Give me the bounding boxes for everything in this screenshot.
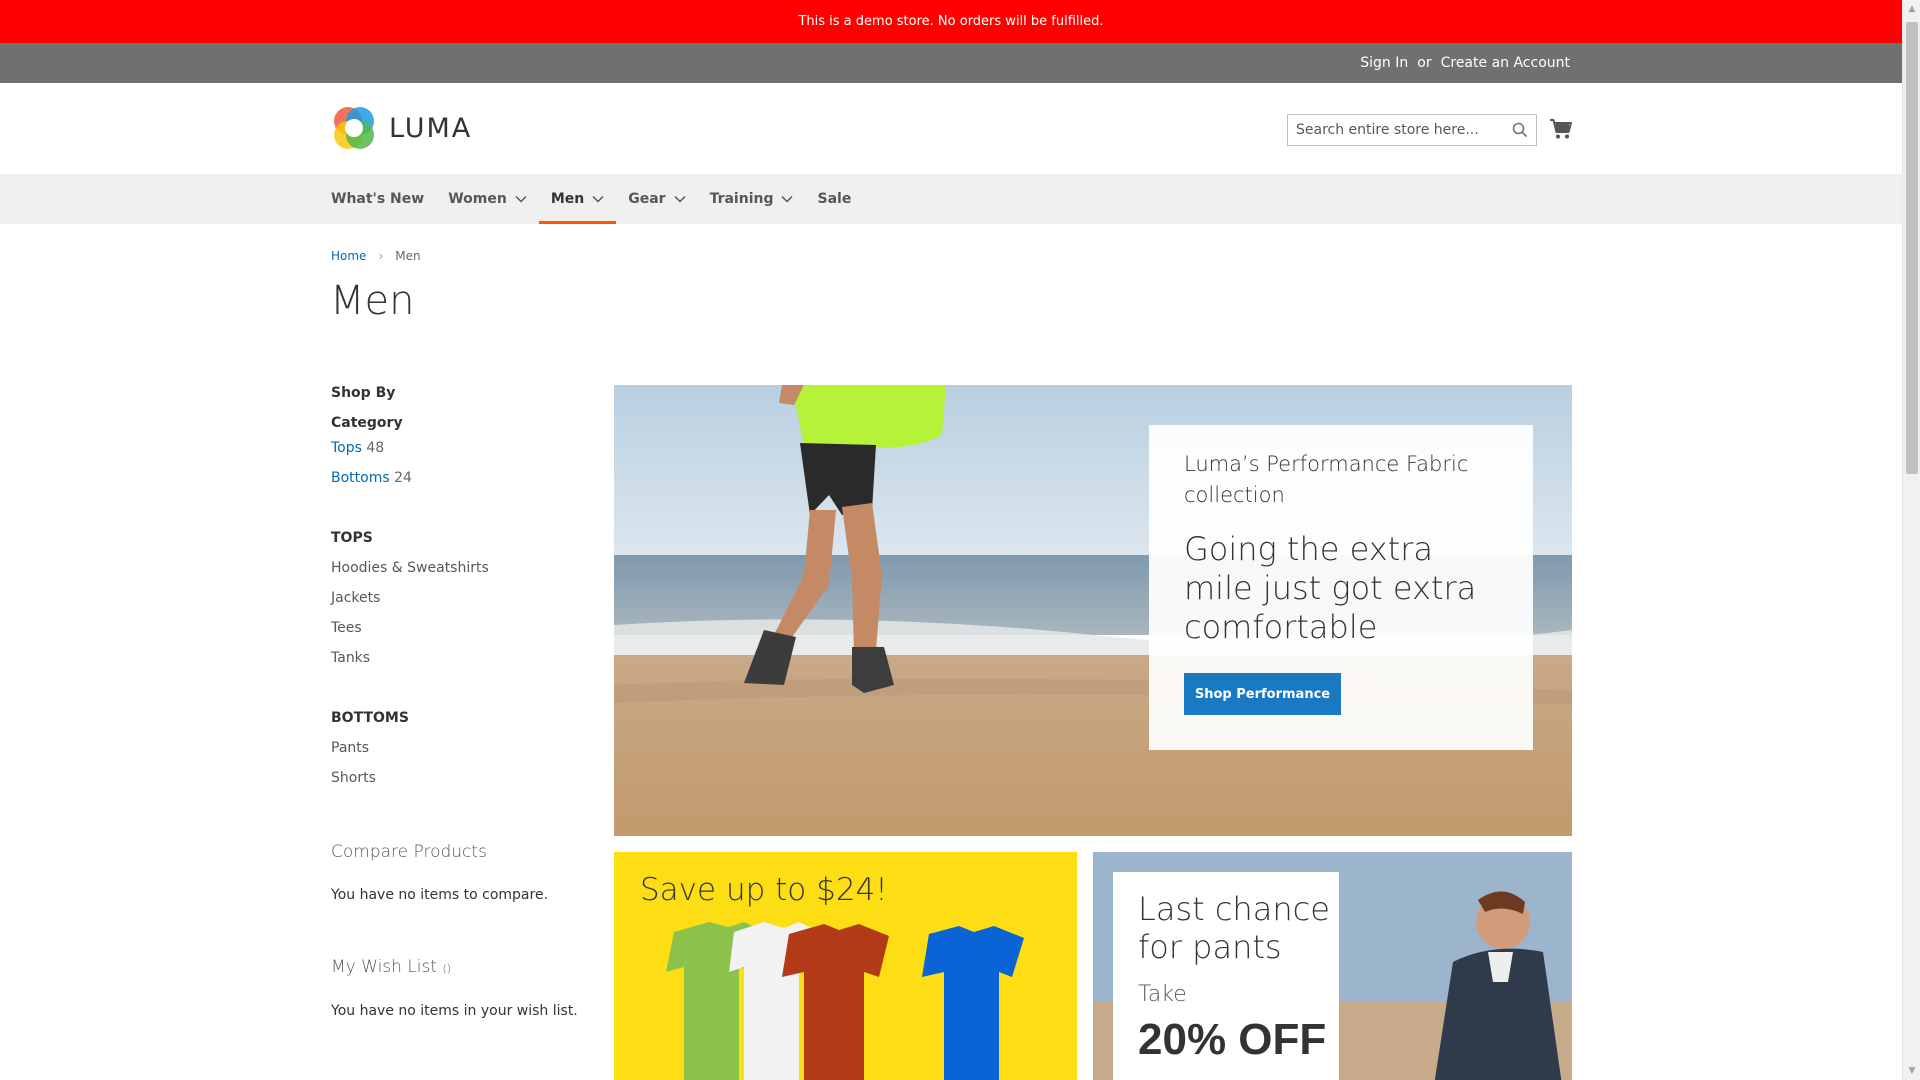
tops-item-jackets[interactable]: Jackets [331, 590, 380, 606]
promo-pants-card: Last chance for pants Take 20% OFF [1113, 872, 1339, 1080]
category-count: 24 [394, 470, 412, 486]
wishlist-title-text: My Wish List [331, 957, 438, 977]
breadcrumb-current: Men [395, 249, 421, 263]
category-label: Tops [331, 440, 362, 456]
shop-by-title: Shop By [331, 385, 396, 401]
shop-performance-button[interactable]: Shop Performance [1184, 673, 1341, 715]
hero-card: Luma’s Performance Fabric collection Goi… [1149, 425, 1533, 750]
hero-banner[interactable]: Luma’s Performance Fabric collection Goi… [614, 385, 1572, 836]
page-title: Men [330, 278, 415, 324]
bottoms-section-title: BOTTOMS [331, 710, 409, 726]
scrollbar-thumb[interactable] [1906, 22, 1918, 474]
sign-in-link[interactable]: Sign In [1360, 55, 1408, 71]
nav-item-label: Women [448, 191, 507, 207]
category-count: 48 [366, 440, 385, 456]
bottoms-item-pants[interactable]: Pants [331, 740, 369, 756]
nav-item-whats-new[interactable]: What's New [331, 174, 436, 224]
or-separator: or [1417, 55, 1432, 71]
scroll-down-icon[interactable]: ▼ [1903, 1062, 1920, 1080]
chevron-down-icon [674, 195, 686, 203]
demo-notice-text: This is a demo store. No orders will be … [798, 14, 1104, 29]
wishlist-count: () [442, 962, 452, 975]
logo[interactable]: LUMA [331, 105, 472, 151]
luma-logo-icon [334, 107, 374, 149]
tops-section-title: TOPS [331, 530, 373, 546]
panel-header: Sign In or Create an Account [0, 43, 1902, 83]
hero-headline: Going the extra mile just got extra comf… [1184, 530, 1477, 646]
breadcrumb-home-link[interactable]: Home [331, 249, 366, 263]
category-item-bottoms[interactable]: Bottoms 24 [331, 470, 412, 486]
promo-save-banner[interactable]: Save up to $24! [614, 852, 1077, 1080]
vertical-scrollbar[interactable]: ▲ ▼ [1902, 0, 1920, 1080]
category-label: Bottoms [331, 470, 390, 486]
bottoms-item-shorts[interactable]: Shorts [331, 770, 376, 786]
compare-empty-text: You have no items to compare. [331, 887, 549, 903]
promo-pants-take: Take [1138, 982, 1187, 1007]
hero-subtitle: Luma’s Performance Fabric collection [1184, 452, 1469, 507]
nav-item-training[interactable]: Training [698, 174, 806, 224]
logo-text: LUMA [389, 112, 473, 144]
nav-item-label: What's New [331, 191, 425, 207]
chevron-down-icon [781, 195, 794, 203]
search-box [1287, 114, 1537, 146]
main-navigation: What's New Women Men Gear Training Sale [0, 174, 1902, 224]
category-item-tops[interactable]: Tops 48 [331, 440, 384, 456]
nav-item-gear[interactable]: Gear [616, 174, 697, 224]
cart-icon[interactable] [1549, 118, 1573, 144]
breadcrumb-separator: › [378, 249, 384, 263]
site-header: LUMA [0, 83, 1902, 174]
chevron-down-icon [515, 195, 527, 203]
search-icon[interactable] [1512, 122, 1528, 142]
wishlist-empty-text: You have no items in your wish list. [331, 1003, 578, 1019]
tops-item-tees[interactable]: Tees [331, 620, 362, 636]
nav-list: What's New Women Men Gear Training Sale [331, 174, 863, 224]
tops-item-tanks[interactable]: Tanks [331, 650, 370, 666]
tops-item-hoodies[interactable]: Hoodies & Sweatshirts [331, 560, 489, 576]
create-account-link[interactable]: Create an Account [1441, 55, 1570, 71]
compare-products-title: Compare Products [331, 842, 487, 862]
search-input[interactable] [1288, 116, 1498, 144]
breadcrumb: Home › Men [331, 249, 421, 263]
tees-image [666, 922, 1024, 1080]
chevron-down-icon [592, 195, 604, 203]
nav-item-label: Sale [817, 191, 852, 207]
scroll-up-icon[interactable]: ▲ [1903, 0, 1920, 18]
nav-item-label: Gear [628, 191, 666, 207]
nav-item-label: Training [709, 191, 774, 207]
nav-item-label: Men [550, 191, 585, 207]
category-filter-title[interactable]: Category [331, 415, 403, 431]
promo-pants-banner[interactable]: Last chance for pants Take 20% OFF [1093, 852, 1572, 1080]
page-viewport: This is a demo store. No orders will be … [0, 0, 1902, 1080]
wishlist-title: My Wish List () [331, 957, 451, 977]
promo-pants-title: Last chance for pants [1138, 890, 1330, 966]
nav-item-sale[interactable]: Sale [805, 174, 863, 224]
nav-item-women[interactable]: Women [436, 174, 539, 224]
demo-notice-bar: This is a demo store. No orders will be … [0, 0, 1902, 43]
promo-pants-discount: 20% OFF [1138, 1015, 1327, 1064]
header-links: Sign In or Create an Account [1360, 43, 1570, 83]
nav-item-men[interactable]: Men [538, 174, 617, 224]
